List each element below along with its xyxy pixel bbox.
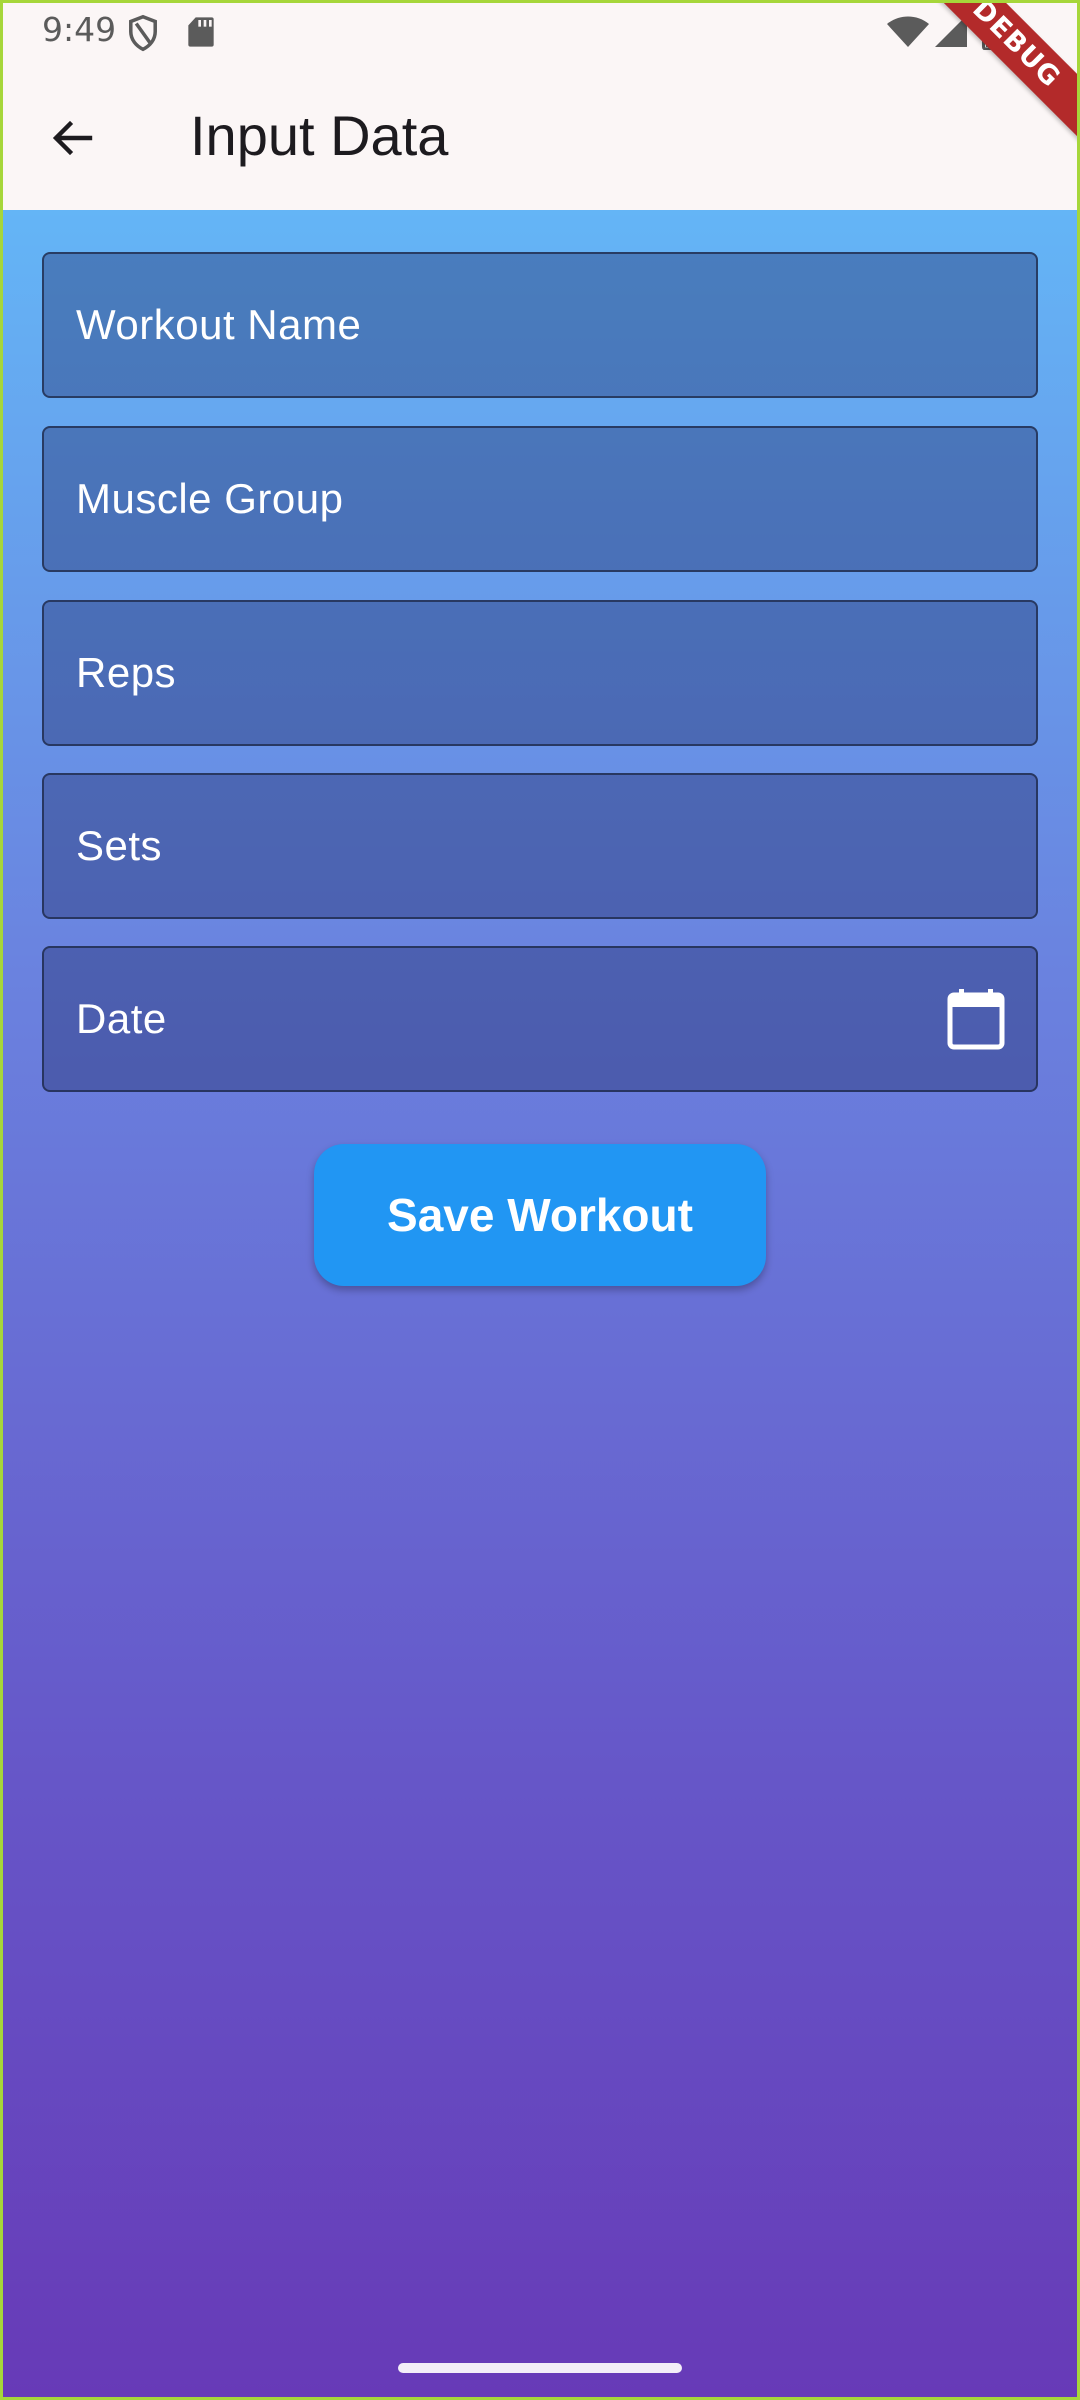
muscle-group-field[interactable]: Muscle Group (42, 426, 1038, 572)
calendar-icon[interactable] (946, 988, 1006, 1050)
wifi-icon (887, 16, 929, 47)
workout-name-label: Workout Name (76, 301, 362, 348)
muscle-group-label: Muscle Group (76, 475, 344, 522)
save-workout-button[interactable]: Save Workout (314, 1144, 766, 1286)
date-label: Date (76, 995, 167, 1042)
status-bar: 9:49 (0, 0, 1080, 64)
app-bar: Input Data (0, 64, 1080, 210)
sd-card-icon (188, 17, 214, 47)
page-title: Input Data (190, 104, 449, 167)
arrow-back-icon (52, 120, 93, 156)
sets-label: Sets (76, 822, 163, 869)
home-indicator[interactable] (398, 2363, 682, 2373)
workout-name-field[interactable]: Workout Name (42, 252, 1038, 398)
reps-label: Reps (76, 649, 177, 696)
status-time: 9:49 (42, 10, 117, 49)
sets-field[interactable]: Sets (42, 773, 1038, 919)
reps-field[interactable]: Reps (42, 600, 1038, 746)
back-button[interactable] (30, 96, 114, 180)
shield-icon (129, 14, 157, 52)
date-field[interactable]: Date (42, 946, 1038, 1092)
form-area: Workout Name Muscle Group Reps Sets Date… (0, 210, 1080, 2400)
